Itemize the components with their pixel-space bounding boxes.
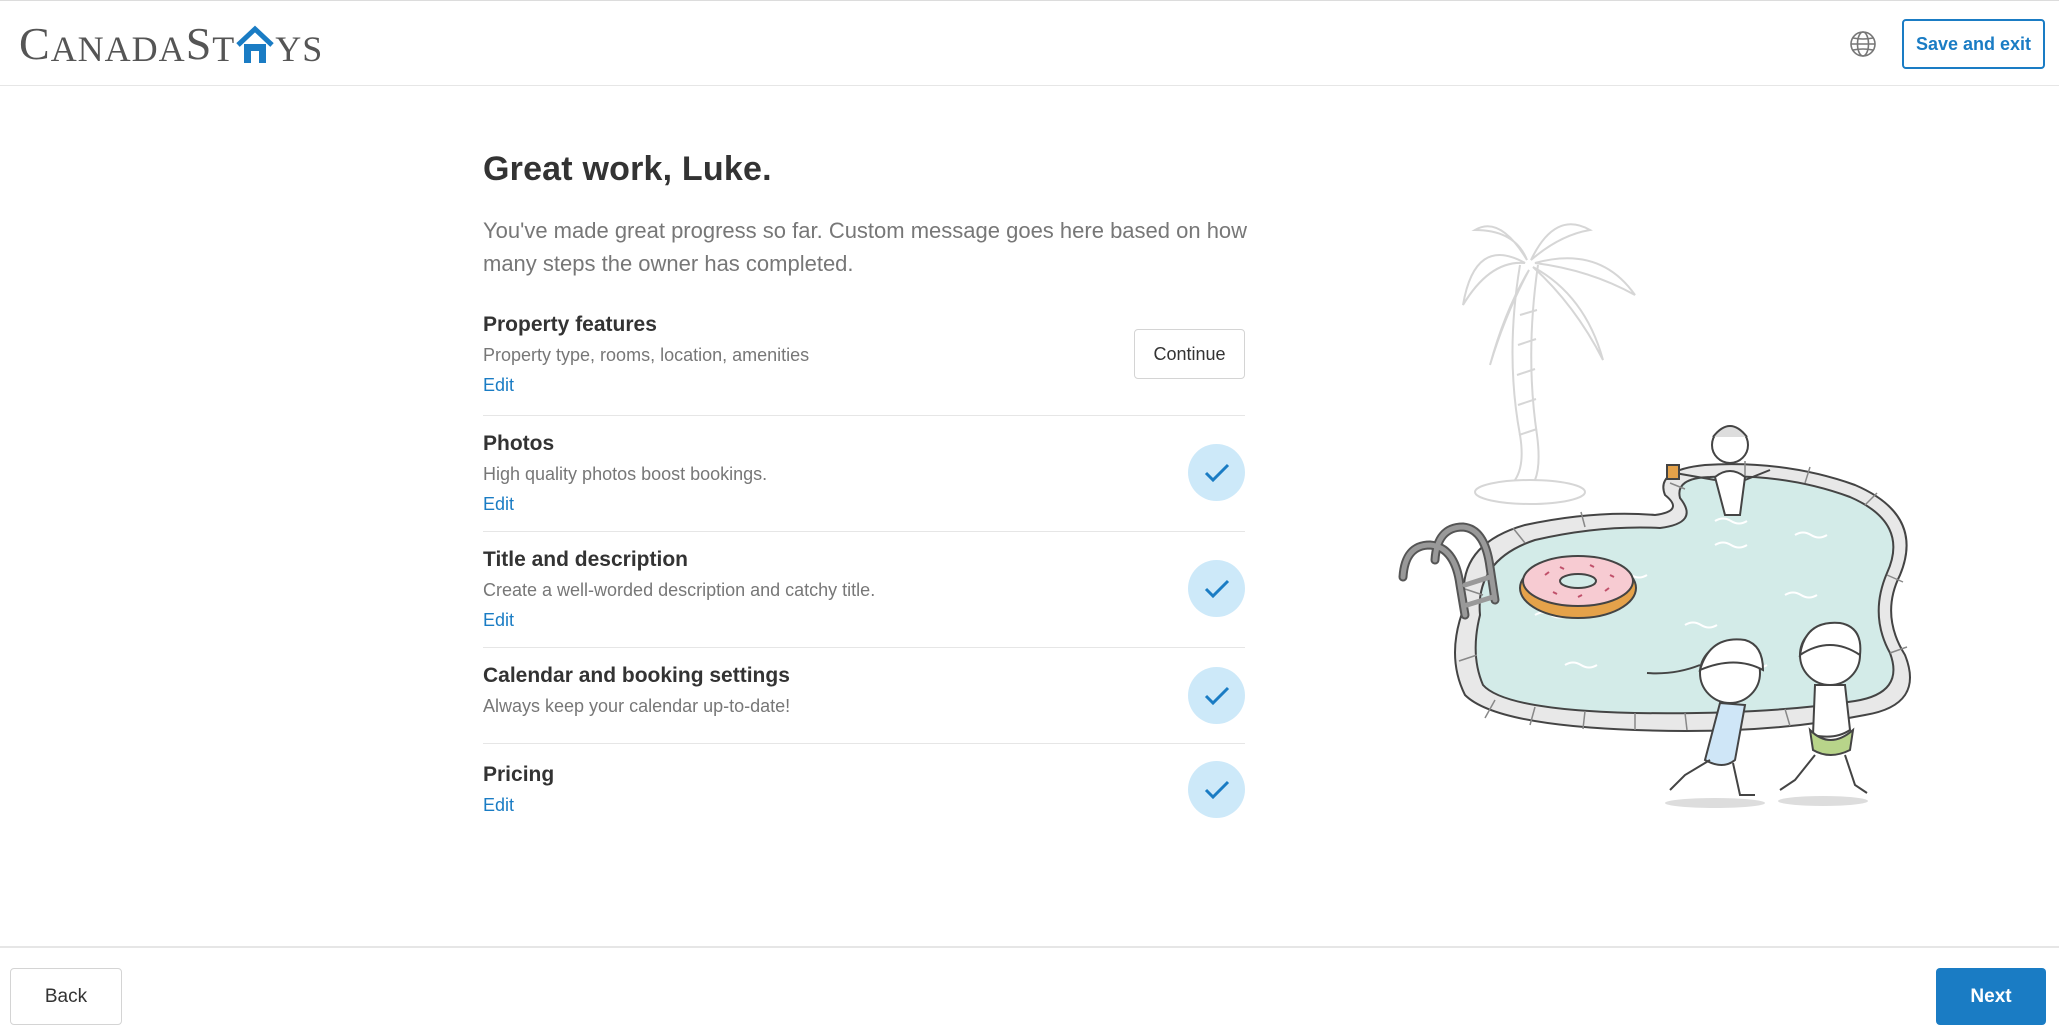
continue-button[interactable]: Continue bbox=[1134, 329, 1245, 379]
edit-link[interactable]: Edit bbox=[483, 610, 514, 631]
check-icon bbox=[1188, 761, 1245, 818]
save-and-exit-button[interactable]: Save and exit bbox=[1902, 19, 2045, 69]
pool-illustration bbox=[1385, 215, 1940, 815]
step-description: Create a well-worded description and cat… bbox=[483, 580, 876, 600]
check-icon bbox=[1188, 667, 1245, 724]
back-button[interactable]: Back bbox=[10, 968, 122, 1025]
step-pricing: Pricing Edit bbox=[483, 744, 1245, 824]
edit-link[interactable]: Edit bbox=[483, 494, 514, 515]
step-title: Photos bbox=[483, 432, 555, 455]
top-bar: C ANADA S T YS Save and exit bbox=[0, 0, 2059, 86]
intro-text: You've made great progress so far. Custo… bbox=[483, 218, 1248, 276]
logo-letters: YS bbox=[275, 29, 324, 69]
step-calendar-and-booking-settings: Calendar and booking settings Always kee… bbox=[483, 648, 1245, 744]
logo-letters: ANADA bbox=[50, 29, 186, 69]
globe-icon[interactable] bbox=[1849, 30, 1877, 58]
check-icon bbox=[1188, 444, 1245, 501]
step-title: Calendar and booking settings bbox=[483, 664, 790, 687]
edit-link[interactable]: Edit bbox=[483, 795, 514, 816]
check-icon bbox=[1188, 560, 1245, 617]
bottom-bar: Back Next bbox=[0, 946, 2059, 1032]
steps-list: Property features Property type, rooms, … bbox=[483, 307, 1245, 824]
logo-letter: S bbox=[185, 18, 213, 69]
step-description: Property type, rooms, location, amenitie… bbox=[483, 345, 810, 365]
step-description: Always keep your calendar up-to-date! bbox=[483, 696, 791, 716]
step-title-and-description: Title and description Create a well-word… bbox=[483, 532, 1245, 648]
step-photos: Photos High quality photos boost booking… bbox=[483, 416, 1245, 532]
donut-float-icon bbox=[1519, 555, 1637, 619]
house-icon bbox=[236, 25, 274, 65]
step-title: Pricing bbox=[483, 763, 555, 786]
progress-overview: Great work, Luke. You've made great prog… bbox=[483, 150, 1247, 818]
step-title: Property features bbox=[483, 313, 657, 336]
step-description: High quality photos boost bookings. bbox=[483, 464, 768, 484]
edit-link[interactable]: Edit bbox=[483, 375, 514, 396]
logo-letter: C bbox=[19, 18, 51, 69]
step-property-features: Property features Property type, rooms, … bbox=[483, 307, 1245, 416]
step-title: Title and description bbox=[483, 548, 688, 571]
palm-tree-icon bbox=[1462, 223, 1636, 505]
logo[interactable]: C ANADA S T YS bbox=[19, 18, 324, 69]
page-title: Great work, Luke. bbox=[483, 150, 772, 188]
logo-letter: T bbox=[212, 29, 236, 69]
next-button[interactable]: Next bbox=[1936, 968, 2046, 1025]
